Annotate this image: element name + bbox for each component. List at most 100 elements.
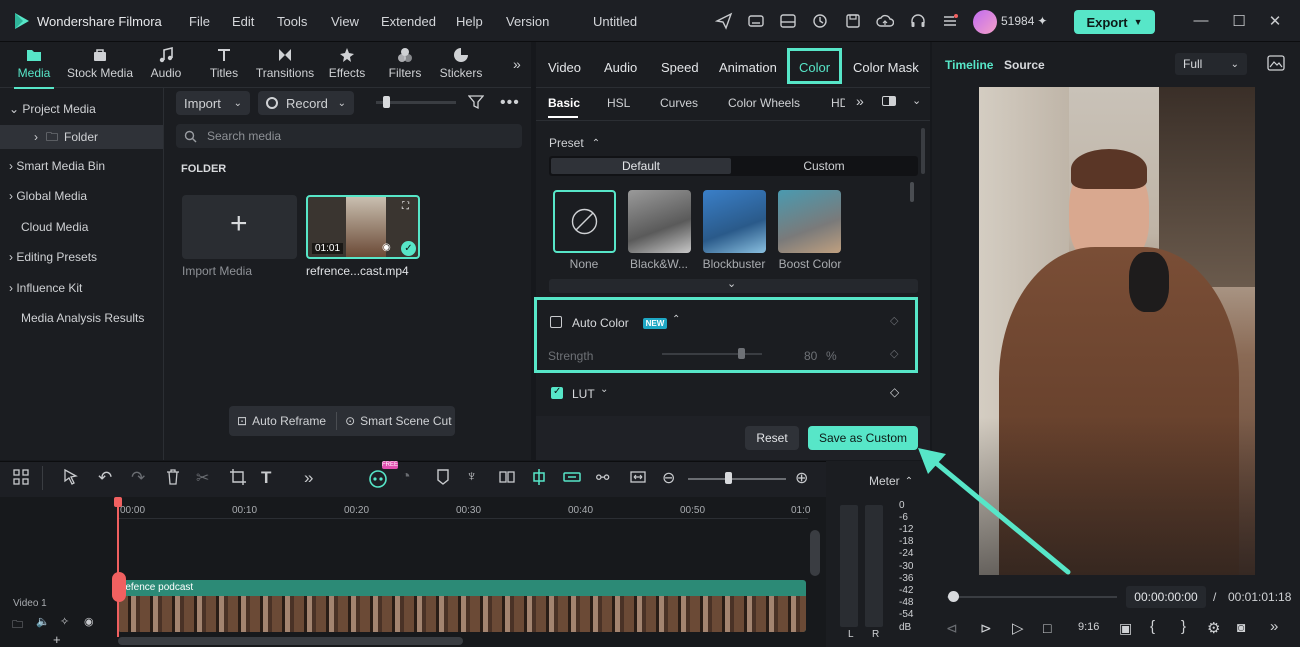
redo-icon[interactable]: ↷ bbox=[131, 468, 153, 490]
tab-source-preview[interactable]: Source bbox=[1004, 58, 1045, 72]
menu-extended[interactable]: Extended bbox=[381, 14, 436, 29]
auto-reframe-button[interactable]: Auto Reframe bbox=[252, 414, 326, 428]
split-screen-icon[interactable] bbox=[498, 468, 520, 490]
tab-audio-props[interactable]: Audio bbox=[604, 60, 637, 75]
keyboard-icon[interactable] bbox=[747, 12, 765, 30]
step-play-icon[interactable]: ⊳ bbox=[980, 620, 992, 637]
tab-video[interactable]: Video bbox=[548, 60, 581, 75]
strength-value[interactable]: 80 bbox=[804, 349, 817, 363]
aspect-ratio-icon[interactable]: 9:16 bbox=[1078, 621, 1099, 633]
smart-scene-cut-button[interactable]: Smart Scene Cut bbox=[360, 414, 451, 428]
chevron-down-icon[interactable]: ⌄ bbox=[912, 94, 921, 107]
sidebar-global-media[interactable]: › Global Media bbox=[9, 184, 87, 208]
zoom-in-icon[interactable]: ⊕ bbox=[795, 468, 817, 490]
menu-view[interactable]: View bbox=[331, 14, 359, 29]
mark-in-icon[interactable]: { bbox=[1150, 618, 1155, 635]
link-icon[interactable]: ⚯ bbox=[596, 468, 618, 490]
keyframe-icon[interactable]: ◇ bbox=[890, 347, 898, 360]
chevron-up-icon[interactable]: ⌃ bbox=[672, 314, 680, 325]
zoom-slider[interactable] bbox=[688, 478, 786, 480]
tab-stickers[interactable]: Stickers bbox=[438, 46, 484, 84]
preset-black-white[interactable] bbox=[628, 190, 691, 253]
search-media-input[interactable]: Search media bbox=[176, 124, 522, 148]
preset-header[interactable]: Preset ⌃ bbox=[549, 136, 600, 150]
send-icon[interactable] bbox=[714, 12, 733, 30]
preset-custom-tab[interactable]: Custom bbox=[733, 158, 915, 174]
notifications-menu-icon[interactable] bbox=[941, 12, 959, 30]
settings-icon[interactable]: ⚙ bbox=[1207, 619, 1220, 637]
fit-timeline-icon[interactable] bbox=[629, 468, 651, 490]
import-dropdown[interactable]: Import ⌄ bbox=[176, 91, 250, 115]
expand-presets-bar[interactable]: ⌄ bbox=[549, 278, 918, 293]
tab-animation[interactable]: Animation bbox=[719, 60, 777, 75]
subtab-basic[interactable]: Basic bbox=[548, 96, 580, 110]
stop-icon[interactable]: □ bbox=[1043, 620, 1051, 636]
keyframe-icon[interactable]: ◇ bbox=[890, 385, 899, 399]
export-frame-icon[interactable]: ▣ bbox=[1119, 620, 1132, 637]
snapshot-icon[interactable] bbox=[1267, 55, 1285, 74]
thumbnail-size-knob[interactable] bbox=[383, 96, 390, 108]
camera-icon[interactable]: ◙ bbox=[1237, 619, 1245, 635]
layout-grid-icon[interactable] bbox=[12, 468, 34, 490]
more-subtabs-icon[interactable]: » bbox=[856, 93, 864, 109]
preview-scrubber-knob[interactable] bbox=[948, 591, 959, 602]
strength-slider[interactable] bbox=[662, 353, 762, 355]
sidebar-editing-presets[interactable]: › Editing Presets bbox=[9, 245, 97, 269]
auto-ripple-icon[interactable] bbox=[562, 468, 584, 490]
user-avatar[interactable] bbox=[973, 10, 997, 34]
subtab-hsl[interactable]: HSL bbox=[607, 96, 630, 110]
compare-icon[interactable] bbox=[882, 96, 896, 106]
preview-quality-dropdown[interactable]: Full ⌄ bbox=[1175, 53, 1247, 75]
current-timecode[interactable]: 00:00:00:00 bbox=[1126, 586, 1206, 608]
previous-frame-icon[interactable]: ⊲ bbox=[946, 620, 958, 637]
lut-checkbox[interactable]: ✓ bbox=[551, 386, 563, 399]
preset-default-tab[interactable]: Default bbox=[551, 158, 731, 174]
subtab-hdr[interactable]: HD bbox=[831, 96, 845, 110]
preset-none[interactable] bbox=[553, 190, 616, 253]
text-tool-icon[interactable]: T bbox=[261, 468, 283, 490]
snap-icon[interactable] bbox=[530, 468, 552, 490]
subtab-curves[interactable]: Curves bbox=[660, 96, 698, 110]
close-icon[interactable]: ✕ bbox=[1266, 12, 1284, 30]
media-clip-thumbnail[interactable]: ⛶ 01:01 ◉ ✓ bbox=[306, 195, 420, 259]
more-options-icon[interactable]: ••• bbox=[500, 94, 520, 112]
fullscreen-icon[interactable]: ⛶ bbox=[402, 201, 409, 212]
timeline-horizontal-scrollbar[interactable] bbox=[118, 637, 463, 645]
cloud-sync-icon[interactable] bbox=[811, 12, 829, 30]
sidebar-folder[interactable]: › 🗀 Folder bbox=[0, 125, 163, 149]
tab-effects[interactable]: Effects bbox=[327, 46, 367, 84]
layout-icon[interactable] bbox=[779, 12, 797, 30]
minimize-icon[interactable]: — bbox=[1192, 12, 1210, 30]
more-tools-icon[interactable]: » bbox=[304, 468, 326, 490]
zoom-out-icon[interactable]: ⊖ bbox=[662, 468, 684, 490]
add-track-icon[interactable]: + bbox=[53, 632, 61, 647]
panel-scrollbar[interactable] bbox=[921, 128, 925, 174]
undo-icon[interactable]: ↶ bbox=[98, 468, 120, 490]
tab-titles[interactable]: Titles bbox=[204, 46, 244, 84]
strength-slider-knob[interactable] bbox=[738, 348, 745, 359]
menu-tools[interactable]: Tools bbox=[277, 14, 307, 29]
tab-speed[interactable]: Speed bbox=[661, 60, 699, 75]
marker-icon[interactable] bbox=[434, 468, 456, 490]
tab-transitions[interactable]: Transitions bbox=[255, 46, 315, 84]
ai-companion-icon[interactable] bbox=[368, 468, 390, 490]
split-icon[interactable]: ✂ bbox=[196, 468, 218, 490]
keyframe-icon[interactable]: ◇ bbox=[890, 314, 898, 327]
sidebar-cloud-media[interactable]: Cloud Media bbox=[21, 215, 88, 239]
preset-boost-color[interactable] bbox=[778, 190, 841, 253]
subtab-color-wheels[interactable]: Color Wheels bbox=[728, 96, 800, 110]
tab-stock-media[interactable]: Stock Media bbox=[66, 46, 134, 84]
sidebar-media-analysis[interactable]: Media Analysis Results bbox=[21, 306, 144, 330]
save-as-custom-button[interactable]: Save as Custom bbox=[808, 426, 918, 450]
timeline-video-clip[interactable]: refence podcast bbox=[118, 580, 806, 632]
credits-count[interactable]: 51984 ✦ bbox=[1001, 14, 1047, 28]
track-folder-icon[interactable]: 🗀 bbox=[12, 616, 23, 635]
tab-media[interactable]: Media bbox=[14, 46, 54, 89]
sidebar-smart-media-bin[interactable]: › Smart Media Bin bbox=[9, 154, 105, 178]
menu-edit[interactable]: Edit bbox=[232, 14, 254, 29]
tab-filters[interactable]: Filters bbox=[385, 46, 425, 84]
crop-icon[interactable] bbox=[229, 468, 251, 490]
track-visibility-icon[interactable]: ◉ bbox=[84, 615, 94, 628]
menu-file[interactable]: File bbox=[189, 14, 210, 29]
mark-out-icon[interactable]: } bbox=[1181, 618, 1186, 635]
